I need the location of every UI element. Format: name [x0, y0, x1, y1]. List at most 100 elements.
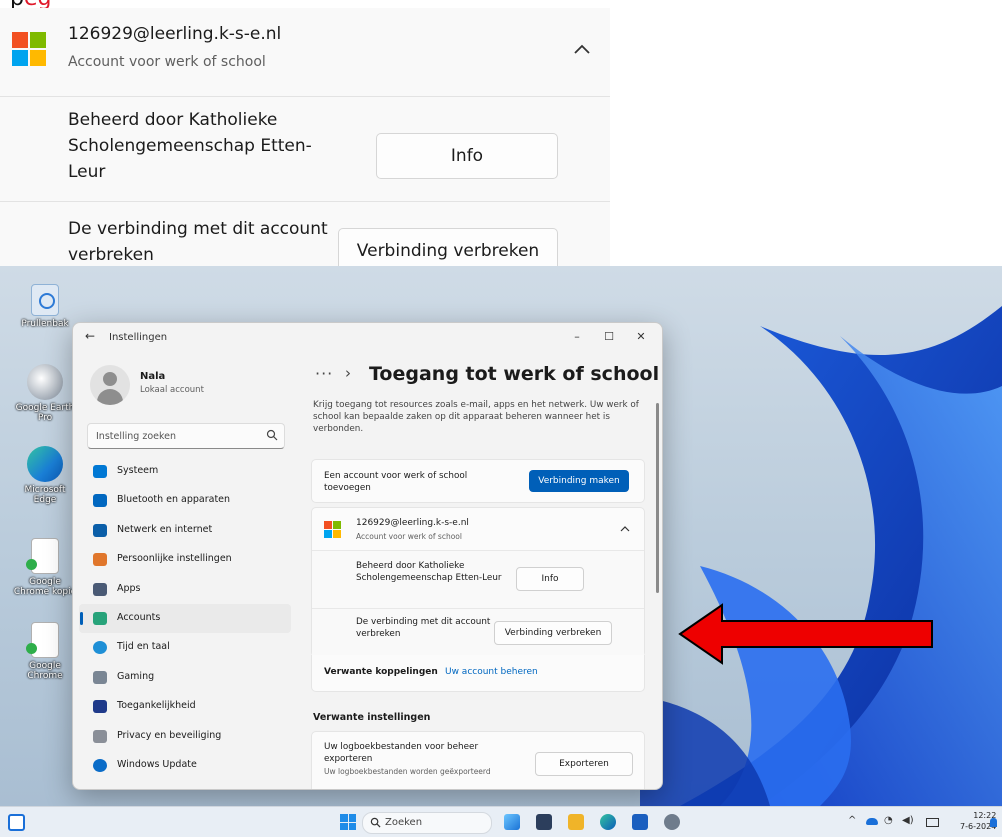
- zoom-info-button[interactable]: Info: [376, 133, 558, 179]
- main-content: ··· › Toegang tot werk of school Krijg t…: [299, 353, 662, 789]
- minimize-button[interactable]: –: [563, 327, 591, 347]
- sidebar-item-gaming[interactable]: Gaming: [79, 663, 291, 692]
- breadcrumb-overflow[interactable]: ···: [315, 364, 333, 383]
- store-icon[interactable]: [632, 814, 648, 830]
- sidebar-item-label: Bluetooth en apparaten: [117, 494, 231, 506]
- disconnect-button[interactable]: Verbinding verbreken: [494, 621, 612, 645]
- sidebar-item-apps[interactable]: Apps: [79, 575, 291, 604]
- info-button[interactable]: Info: [516, 567, 584, 591]
- sidebar-item-label: Netwerk en internet: [117, 523, 213, 535]
- user-name: Nala: [140, 371, 166, 382]
- desktop-icon-google-earth[interactable]: Google Earth Pro: [12, 364, 78, 423]
- wifi-icon[interactable]: ◔: [884, 815, 893, 826]
- desktop-icon-chrome-copy[interactable]: Google Chrome kopie: [12, 538, 78, 597]
- sidebar-item-netwerk-en-internet[interactable]: Netwerk en internet: [79, 516, 291, 545]
- microsoft-logo-icon: [324, 521, 341, 538]
- sidebar-item-persoonlijke-instellingen[interactable]: Persoonlijke instellingen: [79, 545, 291, 574]
- settings-window: ← Instellingen – ☐ ✕ Nala Lokaal account…: [72, 322, 663, 790]
- taskbar: Zoeken ^ ◔ ◀) 12:22 7-6-2024: [0, 806, 1002, 837]
- zoom-account-panel: 126929@leerling.k-s-e.nl Account voor we…: [0, 8, 610, 274]
- back-arrow-icon[interactable]: ←: [85, 329, 95, 343]
- account-header[interactable]: 126929@leerling.k-s-e.nl Account voor we…: [312, 508, 644, 550]
- close-button[interactable]: ✕: [627, 327, 655, 347]
- globe-clock-icon: [93, 641, 107, 655]
- task-view-icon[interactable]: [536, 814, 552, 830]
- settings-search-box[interactable]: [87, 423, 285, 449]
- edge-icon[interactable]: [600, 814, 616, 830]
- page-description: Krijg toegang tot resources zoals e-mail…: [313, 400, 639, 434]
- search-icon[interactable]: [266, 429, 278, 441]
- export-logs-title: Uw logboekbestanden voor beheer exporter…: [324, 742, 479, 764]
- chevron-up-icon[interactable]: [620, 525, 630, 532]
- onedrive-icon[interactable]: [866, 818, 878, 825]
- sidebar-item-tijd-en-taal[interactable]: Tijd en taal: [79, 633, 291, 662]
- title-bar: ← Instellingen – ☐ ✕: [73, 323, 662, 353]
- start-button[interactable]: [340, 814, 356, 830]
- avatar[interactable]: [90, 365, 130, 405]
- sidebar-item-privacy-en-beveiliging[interactable]: Privacy en beveiliging: [79, 722, 291, 751]
- add-account-card: Een account voor werk of school toevoege…: [311, 459, 645, 503]
- taskbar-search[interactable]: Zoeken: [362, 812, 492, 834]
- zoom-managed-by-text: Beheerd door Katholieke Scholengemeensch…: [68, 110, 312, 182]
- page-title: Toegang tot werk of school: [369, 363, 660, 385]
- scrollbar[interactable]: [656, 403, 659, 593]
- wallpaper-bloom: [640, 306, 1002, 806]
- sidebar-item-label: Apps: [117, 582, 141, 594]
- sidebar: Nala Lokaal account Systeem Bluetooth en …: [73, 353, 299, 789]
- volume-icon[interactable]: ◀): [902, 815, 914, 826]
- export-logs-subtitle: Uw logboekbestanden worden geëxporteerd: [324, 767, 491, 776]
- sidebar-item-toegankelijkheid[interactable]: Toegankelijkheid: [79, 692, 291, 721]
- sidebar-item-label: Systeem: [117, 465, 159, 476]
- search-icon: [370, 817, 381, 828]
- desktop-icon-chrome[interactable]: Google Chrome: [12, 622, 78, 681]
- copilot-icon[interactable]: [504, 814, 520, 830]
- desktop: Prullenbak Google Earth Pro Microsoft Ed…: [0, 266, 1002, 806]
- window-title: Instellingen: [109, 332, 168, 343]
- sidebar-item-systeem[interactable]: Systeem: [79, 457, 291, 486]
- zoom-account-email: 126929@leerling.k-s-e.nl: [68, 24, 282, 44]
- update-icon: [93, 758, 107, 772]
- zoom-account-header[interactable]: 126929@leerling.k-s-e.nl Account voor we…: [0, 8, 610, 97]
- sidebar-item-label: Tijd en taal: [117, 641, 170, 653]
- chevron-up-icon[interactable]: [572, 42, 592, 56]
- file-explorer-icon[interactable]: [568, 814, 584, 830]
- zoom-account-type: Account voor werk of school: [68, 54, 266, 70]
- settings-gear-icon[interactable]: [664, 814, 680, 830]
- breadcrumb-chevron-icon: ›: [345, 364, 351, 382]
- battery-icon[interactable]: [926, 818, 939, 827]
- desktop-icon-recycle-bin[interactable]: Prullenbak: [12, 284, 78, 329]
- account-type: Account voor werk of school: [356, 532, 462, 541]
- sidebar-item-label: Privacy en beveiliging: [117, 729, 222, 741]
- sidebar-item-label: Toegankelijkheid: [117, 700, 196, 712]
- disconnect-text: De verbinding met dit account verbreken: [356, 617, 491, 639]
- notification-bell-icon[interactable]: [990, 818, 997, 827]
- sidebar-item-bluetooth-en-apparaten[interactable]: Bluetooth en apparaten: [79, 486, 291, 515]
- connect-button[interactable]: Verbinding maken: [529, 470, 629, 492]
- disconnect-row: De verbinding met dit account verbreken …: [312, 608, 644, 656]
- shield-icon: [93, 729, 107, 743]
- zoom-managed-row: Beheerd door Katholieke Scholengemeensch…: [0, 97, 610, 202]
- active-indicator: [80, 611, 83, 625]
- export-logs-card: Uw logboekbestanden voor beheer exporter…: [311, 731, 645, 789]
- monitor-icon: [93, 465, 107, 478]
- related-links-label: Verwante koppelingen: [324, 667, 438, 677]
- maximize-button[interactable]: ☐: [595, 327, 623, 347]
- sidebar-item-accounts[interactable]: Accounts: [79, 603, 291, 634]
- chevron-up-icon[interactable]: ^: [848, 815, 856, 826]
- related-settings-title: Verwante instellingen: [313, 712, 431, 723]
- accessibility-icon: [93, 700, 107, 714]
- sidebar-item-windows-update[interactable]: Windows Update: [79, 751, 291, 780]
- manage-account-link[interactable]: Uw account beheren: [445, 667, 538, 677]
- zoom-disconnect-text: De verbinding met dit account verbreken: [68, 219, 328, 265]
- zoomed-inset: peg 126929@leerling.k-s-e.nl Account voo…: [0, 0, 1002, 274]
- managed-by-text: Beheerd door Katholieke Scholengemeensch…: [356, 561, 502, 583]
- bluetooth-icon: [93, 494, 107, 508]
- search-input[interactable]: [94, 427, 258, 445]
- desktop-icon-edge[interactable]: Microsoft Edge: [12, 446, 78, 505]
- person-icon: [93, 611, 107, 625]
- export-button[interactable]: Exporteren: [535, 752, 633, 776]
- red-arrow-annotation: [678, 603, 933, 665]
- widgets-icon[interactable]: [8, 814, 25, 831]
- account-card: 126929@leerling.k-s-e.nl Account voor we…: [311, 507, 645, 657]
- sidebar-item-label: Accounts: [117, 611, 161, 623]
